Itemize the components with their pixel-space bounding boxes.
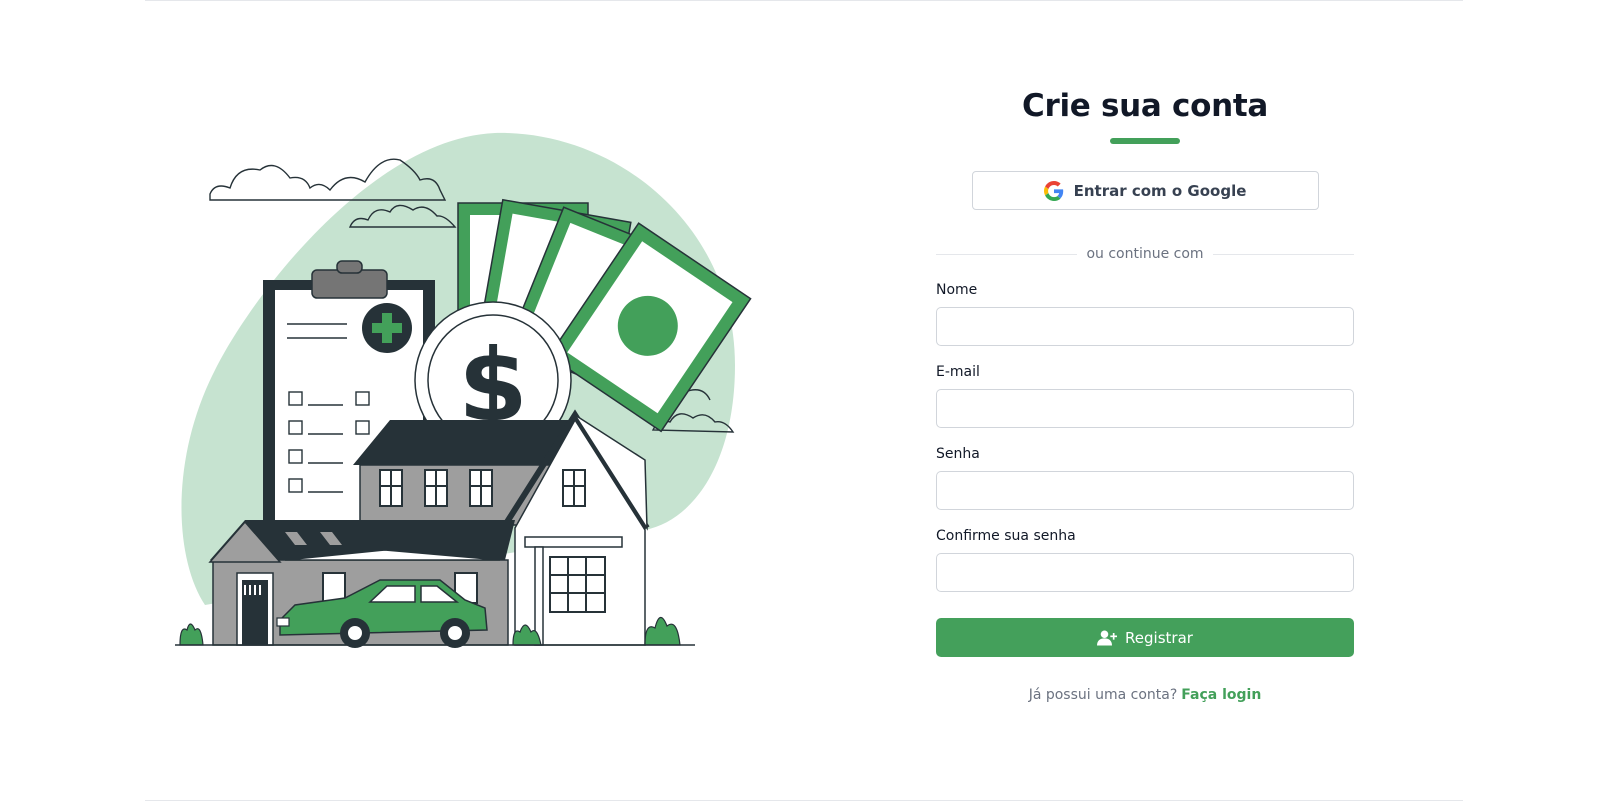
or-divider: ou continue com xyxy=(936,244,1354,264)
page-title: Crie sua conta xyxy=(1022,88,1268,124)
google-button-label: Entrar com o Google xyxy=(1073,181,1247,200)
top-divider xyxy=(145,0,1463,1)
register-button-label: Registrar xyxy=(1125,628,1193,647)
divider-line-left xyxy=(936,253,1078,255)
google-icon xyxy=(1043,180,1063,201)
password-label: Senha xyxy=(936,446,980,462)
confirm-password-input[interactable] xyxy=(936,553,1354,592)
name-field: Nome xyxy=(936,282,1354,346)
name-input[interactable] xyxy=(936,307,1354,346)
login-link[interactable]: Faça login xyxy=(1181,687,1261,703)
user-plus-icon xyxy=(1097,630,1118,645)
divider-line-right xyxy=(1212,253,1354,255)
divider-text: ou continue com xyxy=(1086,246,1204,262)
email-field: E-mail xyxy=(936,364,1354,428)
house-money-illustration: $ xyxy=(175,132,752,648)
title-underline xyxy=(1110,138,1180,144)
confirm-password-field: Confirme sua senha xyxy=(936,528,1354,592)
confirm-password-label: Confirme sua senha xyxy=(936,528,1076,544)
login-prompt-text: Já possui uma conta? xyxy=(1028,687,1178,703)
google-signin-button[interactable]: Entrar com o Google xyxy=(971,171,1319,210)
bottom-divider xyxy=(145,800,1463,801)
password-field: Senha xyxy=(936,446,1354,510)
email-input[interactable] xyxy=(936,389,1354,428)
password-input[interactable] xyxy=(936,471,1354,510)
name-label: Nome xyxy=(936,282,978,298)
login-prompt-row: Já possui uma conta? Faça login xyxy=(936,687,1354,703)
email-label: E-mail xyxy=(936,364,980,380)
register-button[interactable]: Registrar xyxy=(936,618,1354,657)
register-panel: Crie sua conta Entrar com o Google ou co… xyxy=(936,80,1354,703)
